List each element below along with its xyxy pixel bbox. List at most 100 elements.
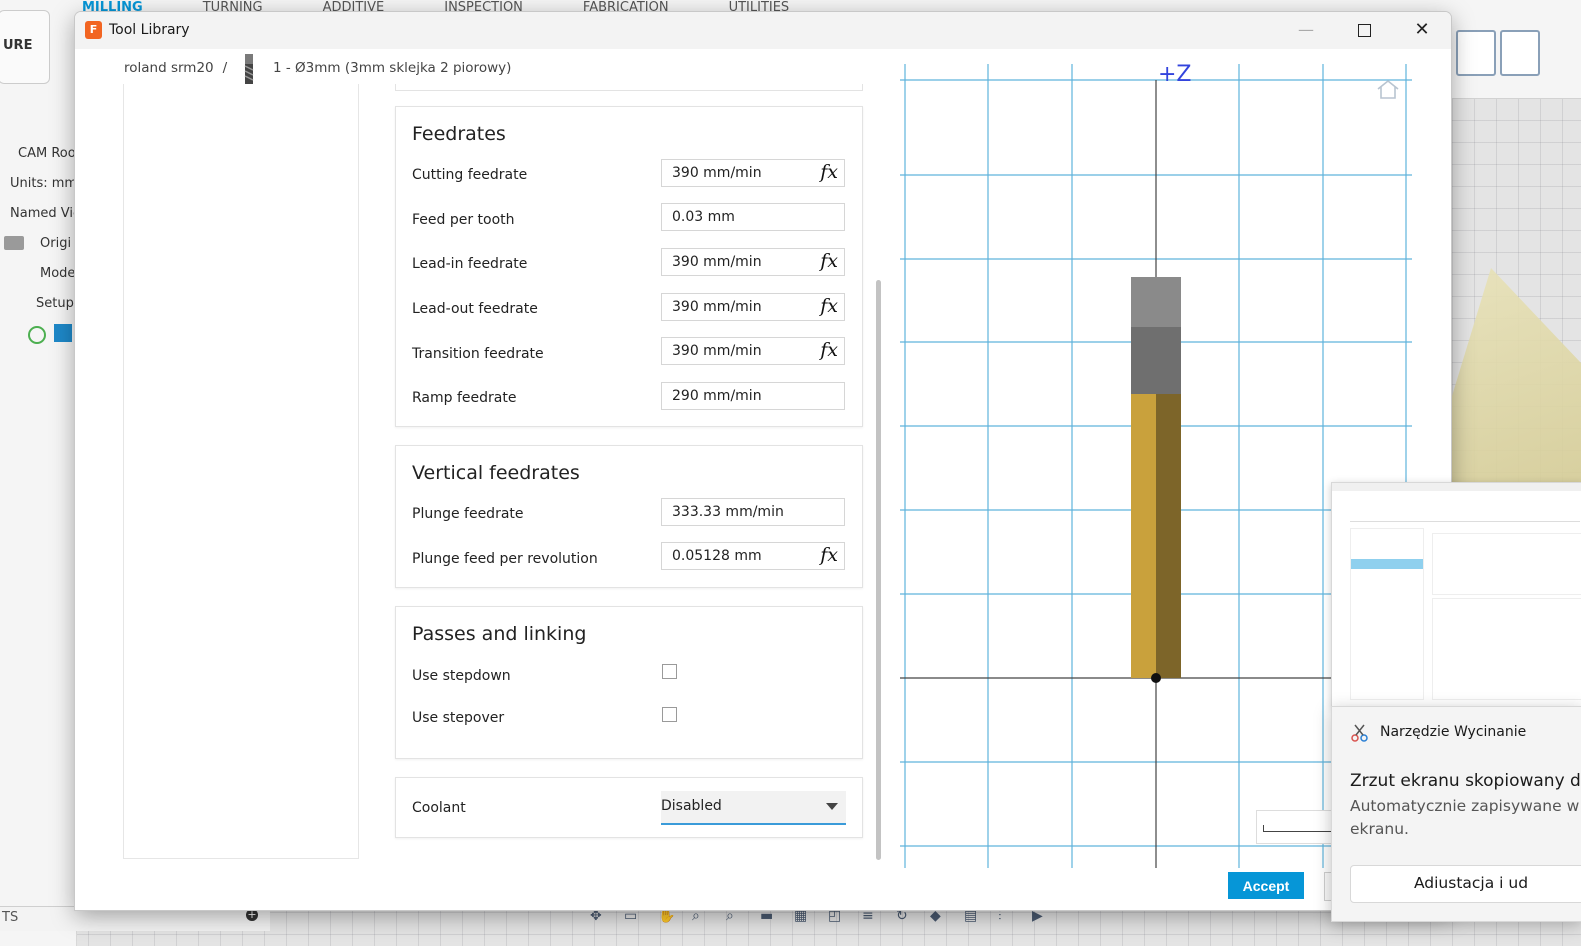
passes-linking-card: Passes and linking Use stepdown Use step… [395,606,863,759]
navigation-bar: ✥ ▭ ✋ ⌕ ⌕ ▬ ▦ ◰ ≡ ↻ ◆ ▤ ⫶ ▶ [590,908,1056,924]
feed-per-tooth-label: Feed per tooth [412,212,515,228]
coolant-select[interactable]: Disabled [661,791,846,825]
tool-tip-point [1151,673,1161,683]
plunge-feed-per-revolution-input[interactable]: 0.05128 mm fx [661,542,845,570]
accept-button[interactable]: Accept [1228,872,1304,899]
thumb-selected-row [1351,559,1423,569]
check-icon [28,326,46,344]
dialog-titlebar[interactable]: F Tool Library — ✕ [75,12,1451,49]
fusion-app-icon: F [85,21,102,39]
post-process-icon[interactable] [1500,30,1540,76]
plunge-feedrate-value: 333.33 mm/min [672,504,784,520]
endmill-thumbnail-icon [244,54,254,84]
fx-icon[interactable]: fx [820,339,838,361]
coolant-value: Disabled [661,798,722,814]
lead-out-feedrate-label: Lead-out feedrate [412,301,538,317]
section-icon[interactable]: ▤ [964,908,988,924]
shank-segment [1131,327,1181,394]
vertical-feedrates-card: Vertical feedrates Plunge feedrate 333.3… [395,445,863,588]
browser-row-units[interactable]: Units: mm [10,176,77,191]
feedrates-card: Feedrates Cutting feedrate 390 mm/min fx… [395,106,863,427]
setup-icon[interactable] [54,324,72,342]
passes-linking-title: Passes and linking [412,623,587,645]
grid-icon[interactable]: ▦ [794,908,818,924]
z-axis-label: +Z [1158,62,1192,87]
breadcrumb-library[interactable]: roland srm20 [124,60,214,76]
use-stepdown-label: Use stepdown [412,668,511,684]
cutting-feedrate-value: 390 mm/min [672,165,762,181]
tool-icon[interactable]: ⫶ [998,908,1022,924]
add-icon[interactable]: + [246,909,258,921]
lead-out-feedrate-input[interactable]: 390 mm/min fx [661,293,845,321]
fit-icon[interactable]: ⌕ [726,908,750,924]
workspace-label: URE [3,38,33,53]
plunge-feed-per-revolution-label: Plunge feed per revolution [412,551,598,567]
dialog-title: Tool Library [109,22,190,38]
lead-out-feedrate-value: 390 mm/min [672,299,762,315]
rotate-icon[interactable]: ↻ [896,908,920,924]
breadcrumb: roland srm20 / [124,60,236,76]
toast-edit-button[interactable]: Adiustacja i ud [1350,865,1581,903]
vertical-feedrates-title: Vertical feedrates [412,462,580,484]
left-nav-pane [123,84,359,859]
thumb-titlebar [1332,483,1581,491]
plunge-feedrate-input[interactable]: 333.33 mm/min [661,498,845,526]
look-at-icon[interactable]: ▭ [624,908,648,924]
ramp-feedrate-input[interactable]: 290 mm/min [661,382,845,410]
thumb-feedrates-card [1432,598,1581,700]
appearance-icon[interactable]: ◆ [930,908,954,924]
browser-row-named-views[interactable]: Named Vie [10,206,81,221]
coolant-card: Coolant Disabled [395,777,863,838]
feed-per-tooth-input[interactable]: 0.03 mm [661,203,845,231]
scissors-icon [1351,724,1368,742]
browser-panel: CAM Roo Units: mm Named Vie Origi Mode S… [0,98,81,946]
fx-icon[interactable]: fx [820,544,838,566]
holder-segment [1131,277,1181,327]
browser-row-models[interactable]: Mode [40,266,75,281]
display-icon[interactable]: ▬ [760,908,784,924]
fx-icon[interactable]: fx [820,161,838,183]
cutting-feedrate-label: Cutting feedrate [412,167,528,183]
zoom-icon[interactable]: ⌕ [692,908,716,924]
viewports-icon[interactable]: ◰ [828,908,852,924]
use-stepdown-checkbox[interactable] [662,664,677,679]
plunge-feedrate-label: Plunge feedrate [412,506,524,522]
pan-icon[interactable]: ✋ [658,908,682,924]
use-stepover-checkbox[interactable] [662,707,677,722]
generate-icon[interactable] [1456,30,1496,76]
toast-body-line2: ekranu. [1350,820,1409,838]
fx-icon[interactable]: fx [820,250,838,272]
simulate-icon[interactable]: ▶ [1032,908,1056,924]
snipping-tool-notification[interactable]: Narzędzie Wycinanie Zrzut ekranu skopiow… [1331,706,1581,922]
transition-feedrate-input[interactable]: 390 mm/min fx [661,337,845,365]
toast-title: Zrzut ekranu skopiowany do [1350,771,1581,791]
overlay-box [1256,810,1338,844]
orbit-icon[interactable]: ✥ [590,908,614,924]
lead-in-feedrate-input[interactable]: 390 mm/min fx [661,248,845,276]
browser-row-origin[interactable]: Origi [40,236,71,251]
thumb-left-pane [1350,528,1424,700]
scrollbar[interactable] [876,280,881,860]
thumb-tabs [1350,513,1580,522]
close-button[interactable]: ✕ [1393,12,1451,48]
toast-body-line1: Automatycznie zapisywane w [1350,797,1580,815]
maximize-button[interactable] [1335,12,1393,48]
layers-icon[interactable]: ≡ [862,908,886,924]
cutting-feedrate-input[interactable]: 390 mm/min fx [661,159,845,187]
chevron-down-icon [826,803,838,810]
transition-feedrate-label: Transition feedrate [412,346,544,362]
feedrates-title: Feedrates [412,123,506,145]
screenshot-thumbnail[interactable] [1331,482,1581,708]
ramp-feedrate-value: 290 mm/min [672,388,762,404]
minimize-button[interactable]: — [1277,12,1335,48]
fx-icon[interactable]: fx [820,295,838,317]
browser-row-root[interactable]: CAM Roo [18,146,76,161]
workspace-dropdown[interactable]: URE [0,10,50,84]
feed-per-tooth-value: 0.03 mm [672,209,735,225]
browser-row-setups[interactable]: Setups [36,296,81,311]
coolant-label: Coolant [412,800,466,816]
breadcrumb-separator: / [222,60,228,76]
folder-icon [4,236,24,250]
plunge-feed-per-revolution-value: 0.05128 mm [672,548,762,564]
home-icon[interactable] [1375,78,1401,100]
